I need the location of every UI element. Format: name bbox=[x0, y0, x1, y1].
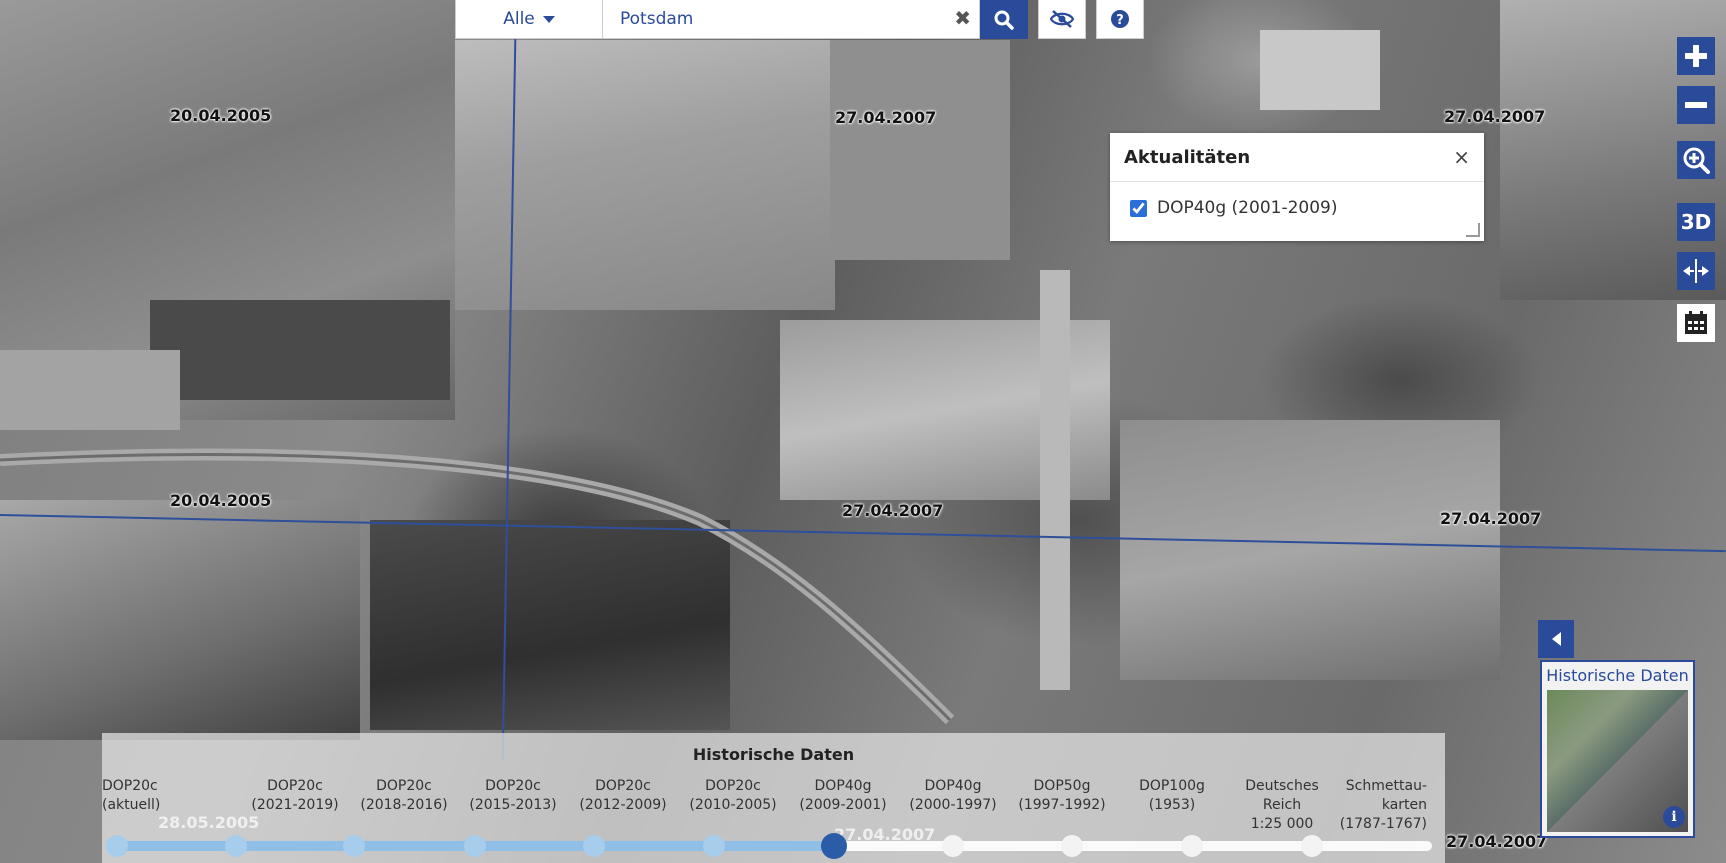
resize-handle-icon[interactable] bbox=[1466, 223, 1480, 237]
timeline-item-label[interactable]: DOP20c (2015-2013) bbox=[458, 777, 568, 815]
search-field-wrapper: ✖ bbox=[603, 0, 980, 39]
close-icon[interactable]: × bbox=[1453, 145, 1470, 169]
timeline-item-label[interactable]: DOP40g (2000-1997) bbox=[898, 777, 1008, 815]
layer-label[interactable]: DOP40g (2001-2009) bbox=[1157, 198, 1337, 218]
search-input[interactable] bbox=[618, 8, 942, 30]
timeline-title: Historische Daten bbox=[692, 745, 855, 764]
timeline-stop[interactable] bbox=[464, 835, 486, 857]
timeline-item-label[interactable]: DOP20c (2018-2016) bbox=[349, 777, 459, 815]
calendar-button[interactable] bbox=[1677, 304, 1715, 342]
timeline-slider-handle[interactable] bbox=[821, 833, 847, 859]
zoom-out-button[interactable] bbox=[1677, 86, 1715, 124]
search-icon bbox=[994, 10, 1014, 30]
timeline-item-label[interactable]: DOP40g (2009-2001) bbox=[788, 777, 898, 815]
search-category-label: Alle bbox=[503, 9, 535, 29]
search-bar: Alle ✖ ? bbox=[455, 0, 1144, 39]
historische-daten-panel[interactable]: Historische Daten i bbox=[1540, 660, 1695, 838]
minus-icon bbox=[1685, 102, 1707, 108]
map-date-label: 27.04.2007 bbox=[1440, 509, 1542, 528]
three-d-label: 3D bbox=[1680, 210, 1712, 234]
eye-slash-icon bbox=[1049, 10, 1075, 28]
panel-title: Aktualitäten bbox=[1124, 146, 1251, 168]
timeline-stop[interactable] bbox=[225, 835, 247, 857]
timeline-panel: Historische Daten 28.05.2005 27.04.2007 … bbox=[102, 733, 1445, 863]
timeline-stop[interactable] bbox=[1301, 835, 1323, 857]
help-button[interactable]: ? bbox=[1096, 0, 1144, 39]
hide-panels-button[interactable] bbox=[1038, 0, 1086, 39]
timeline-stop[interactable] bbox=[942, 835, 964, 857]
calendar-icon bbox=[1685, 311, 1707, 334]
map-date-label: 27.04.2007 bbox=[842, 501, 944, 520]
timeline-item-label[interactable]: DOP20c (aktuell) bbox=[102, 777, 212, 815]
zoom-in-button[interactable] bbox=[1677, 37, 1715, 75]
map-date-label: 27.04.2007 bbox=[835, 108, 937, 127]
layer-checkbox[interactable] bbox=[1130, 199, 1147, 217]
map-date-label: 20.04.2005 bbox=[170, 106, 272, 125]
compare-button[interactable] bbox=[1677, 252, 1715, 290]
collapse-panel-button[interactable] bbox=[1538, 620, 1574, 658]
timeline-item-label[interactable]: DOP100g (1953) bbox=[1117, 777, 1227, 815]
timeline-stop[interactable] bbox=[583, 835, 605, 857]
timeline-stop[interactable] bbox=[703, 835, 725, 857]
aktualitaeten-panel: Aktualitäten × DOP40g (2001-2009) bbox=[1110, 133, 1484, 241]
svg-text:?: ? bbox=[1116, 13, 1124, 28]
timeline-stop[interactable] bbox=[343, 835, 365, 857]
timeline-stop[interactable] bbox=[1181, 835, 1203, 857]
close-icon[interactable]: ✖ bbox=[954, 8, 971, 28]
layer-row: DOP40g (2001-2009) bbox=[1110, 182, 1484, 234]
caret-left-icon bbox=[1552, 632, 1561, 646]
zoom-extent-button[interactable] bbox=[1677, 141, 1715, 179]
map-date-label: 27.04.2007 bbox=[1444, 107, 1546, 126]
timeline-item-label[interactable]: Schmettau-karten (1787-1767) bbox=[1317, 777, 1427, 834]
timeline-item-label[interactable]: DOP20c (2021-2019) bbox=[240, 777, 350, 815]
plus-icon bbox=[1685, 45, 1707, 67]
split-view-icon bbox=[1683, 259, 1709, 283]
map-date-label: 28.05.2005 bbox=[158, 813, 260, 832]
timeline-item-label[interactable]: DOP20c (2012-2009) bbox=[568, 777, 678, 815]
timeline-item-label[interactable]: DOP20c (2010-2005) bbox=[678, 777, 788, 815]
timeline-item-label[interactable]: DOP50g (1997-1992) bbox=[1007, 777, 1117, 815]
map-date-label: 27.04.2007 bbox=[1446, 832, 1548, 851]
panel-header: Aktualitäten × bbox=[1110, 133, 1484, 182]
map-date-label: 20.04.2005 bbox=[170, 491, 272, 510]
question-circle-icon: ? bbox=[1111, 10, 1129, 28]
info-icon[interactable]: i bbox=[1663, 806, 1685, 828]
magnifier-plus-icon bbox=[1683, 147, 1710, 174]
timeline-stop[interactable] bbox=[1061, 835, 1083, 857]
search-button[interactable] bbox=[980, 0, 1028, 39]
panel-title: Historische Daten bbox=[1546, 666, 1689, 685]
chevron-down-icon bbox=[542, 15, 555, 23]
search-category-dropdown[interactable]: Alle bbox=[455, 0, 603, 39]
three-d-button[interactable]: 3D bbox=[1677, 203, 1715, 241]
timeline-stop[interactable] bbox=[106, 835, 128, 857]
